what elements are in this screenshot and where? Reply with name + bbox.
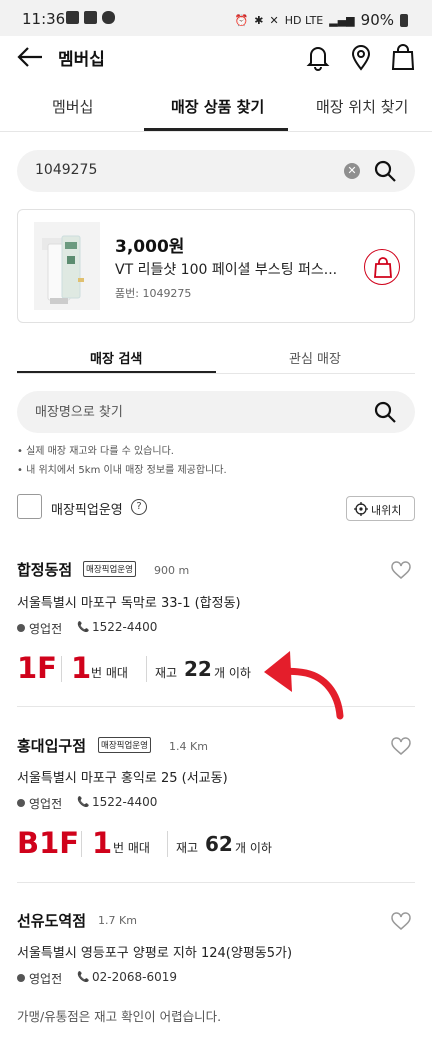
product-price: 3,000원	[115, 237, 185, 257]
app-bar: 멤버십	[0, 36, 432, 78]
product-name: VT 리들샷 100 페이셜 부스팅 퍼스...	[115, 262, 338, 278]
product-search-box[interactable]: 1049275 ✕	[17, 150, 415, 192]
stock-suffix: 개 이하	[214, 666, 251, 680]
phone-icon: 📞	[77, 972, 90, 983]
store-name: 선유도역점	[17, 912, 87, 930]
franchise-stock-note: 가맹/유통점은 재고 확인이 어렵습니다.	[17, 1009, 222, 1024]
active-subtab-indicator	[17, 371, 216, 373]
store-phone[interactable]: 02-2068-6019	[92, 970, 177, 984]
divider-line	[61, 656, 62, 682]
back-arrow-icon[interactable]	[16, 44, 44, 70]
search-icon[interactable]	[373, 400, 397, 424]
store-search-input[interactable]	[35, 391, 365, 433]
status-time: 11:36	[22, 10, 66, 28]
store-status: 영업전	[29, 972, 63, 986]
crosshair-icon	[354, 502, 368, 516]
notification-icons	[66, 11, 115, 24]
shopping-bag-icon	[374, 257, 392, 278]
store-floor: 1F	[17, 651, 57, 685]
cloud-icon	[102, 11, 115, 24]
battery-level: 90%	[360, 11, 394, 29]
location-pin-icon[interactable]	[348, 43, 374, 71]
mute-icon: ✕	[269, 13, 279, 27]
shelf-number: 1	[71, 651, 92, 685]
store-search-box[interactable]	[17, 391, 415, 433]
store-status: 영업전	[29, 622, 63, 636]
alarm-icon: ⏰	[234, 13, 249, 27]
heart-icon[interactable]	[390, 736, 412, 756]
store-name: 홍대입구점	[17, 737, 87, 755]
my-location-button[interactable]: 내위치	[346, 496, 415, 521]
clear-icon[interactable]: ✕	[344, 163, 360, 179]
status-dot-icon	[17, 624, 25, 632]
store-address: 서울특별시 마포구 독막로 33-1 (합정동)	[17, 596, 241, 611]
store-distance: 1.4 Km	[169, 740, 208, 753]
divider-line	[81, 831, 82, 857]
product-card[interactable]: 3,000원 VT 리들샷 100 페이셜 부스팅 퍼스... 품번: 1049…	[17, 209, 415, 323]
pickup-badge: 매장픽업운영	[83, 561, 136, 577]
signal-icon: ▂▄▆	[329, 13, 355, 27]
main-tabs: 멤버십 매장 상품 찾기 매장 위치 찾기	[0, 84, 432, 132]
store-address: 서울특별시 마포구 홍익로 25 (서교동)	[17, 771, 228, 786]
search-icon[interactable]	[373, 159, 397, 183]
store-address: 서울특별시 영등포구 양평로 지하 124(양평동5가)	[17, 946, 293, 961]
shelf-unit: 번 매대	[113, 841, 150, 855]
stock-count: 62	[205, 832, 233, 856]
store-phone[interactable]: 1522-4400	[92, 795, 157, 809]
phone-icon: 📞	[77, 622, 90, 633]
stock-label: 재고	[176, 841, 199, 855]
add-to-cart-button[interactable]	[364, 249, 400, 285]
shelf-unit: 번 매대	[91, 666, 128, 680]
notice-radius-info: • 내 위치에서 5km 이내 매장 정보를 제공합니다.	[17, 465, 227, 476]
status-bar: 11:36 ⏰ ✱ ✕ HD LTE ▂▄▆ 90%	[0, 0, 432, 36]
store-distance: 1.7 Km	[98, 914, 137, 927]
shopping-bag-icon[interactable]	[390, 43, 416, 71]
list-divider	[17, 882, 415, 883]
tab-store-product-search[interactable]: 매장 상품 찾기	[171, 96, 264, 117]
divider-line	[167, 831, 168, 857]
store-name: 합정동점	[17, 561, 73, 579]
stock-label: 재고	[155, 666, 178, 680]
stock-suffix: 개 이하	[235, 841, 272, 855]
product-code: 품번: 1049275	[115, 287, 192, 300]
active-tab-indicator	[144, 128, 288, 131]
bluetooth-icon: ✱	[254, 13, 264, 27]
tab-favorite-stores[interactable]: 관심 매장	[289, 348, 341, 367]
heart-icon[interactable]	[390, 560, 412, 580]
store-phone[interactable]: 1522-4400	[92, 620, 157, 634]
store-status: 영업전	[29, 797, 63, 811]
status-dot-icon	[17, 799, 25, 807]
notice-stock-disclaimer: • 실제 매장 재고와 다를 수 있습니다.	[17, 446, 174, 457]
system-icons: ⏰ ✱ ✕ HD LTE ▂▄▆ 90%	[235, 11, 408, 29]
store-floor: B1F	[17, 826, 80, 860]
gallery-icon	[66, 11, 79, 24]
status-dot-icon	[17, 974, 25, 982]
bell-icon[interactable]	[305, 43, 331, 71]
help-icon[interactable]: ?	[131, 499, 147, 515]
tab-store-location-search[interactable]: 매장 위치 찾기	[316, 96, 408, 117]
tab-store-search[interactable]: 매장 검색	[90, 348, 142, 367]
stock-count: 22	[184, 657, 212, 681]
product-thumbnail	[34, 222, 100, 310]
battery-icon	[400, 13, 408, 27]
image-icon	[84, 11, 97, 24]
heart-icon[interactable]	[390, 911, 412, 931]
page-title: 멤버십	[58, 50, 105, 70]
list-divider	[17, 706, 415, 707]
divider-line	[146, 656, 147, 682]
pickup-filter-label: 매장픽업운영	[51, 503, 123, 518]
my-location-label: 내위치	[371, 504, 402, 517]
network-label: HD LTE	[284, 13, 324, 27]
store-sub-tabs: 매장 검색 관심 매장	[17, 340, 415, 374]
pickup-filter-checkbox[interactable]	[17, 494, 42, 519]
shelf-number: 1	[92, 826, 113, 860]
pickup-badge: 매장픽업운영	[98, 737, 151, 753]
phone-icon: 📞	[77, 797, 90, 808]
tab-membership[interactable]: 멤버십	[52, 96, 93, 117]
search-input-value[interactable]: 1049275	[35, 162, 97, 178]
store-distance: 900 m	[154, 564, 190, 577]
